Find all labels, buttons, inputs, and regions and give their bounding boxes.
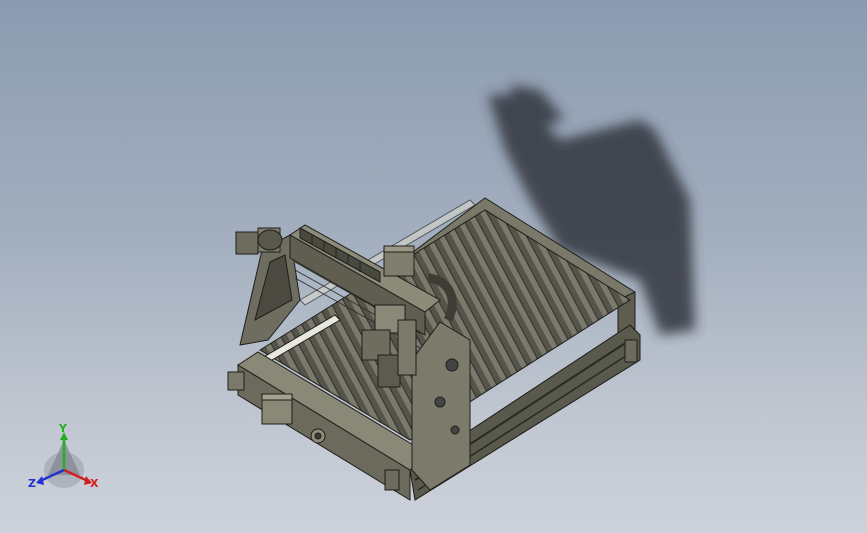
model-canvas[interactable]: Y X Z xyxy=(0,0,867,533)
foot-front xyxy=(384,469,400,491)
axis-triad[interactable]: Y X Z xyxy=(28,422,99,490)
stepper-motor-y-front xyxy=(261,393,293,425)
plate-bolt-2 xyxy=(434,396,446,408)
y-axis-label: Y xyxy=(58,422,68,435)
x-axis-label: X xyxy=(90,477,99,490)
z-axis-label: Z xyxy=(28,477,36,490)
3d-viewport[interactable]: Y X Z xyxy=(0,0,867,533)
foot-right xyxy=(624,339,638,363)
plate-bolt-1 xyxy=(445,358,459,372)
stepper-motor-corner xyxy=(227,371,245,391)
stepper-motor-y-left xyxy=(235,227,283,255)
stepper-motor-x xyxy=(383,245,415,277)
plate-bolt-3 xyxy=(450,425,460,435)
